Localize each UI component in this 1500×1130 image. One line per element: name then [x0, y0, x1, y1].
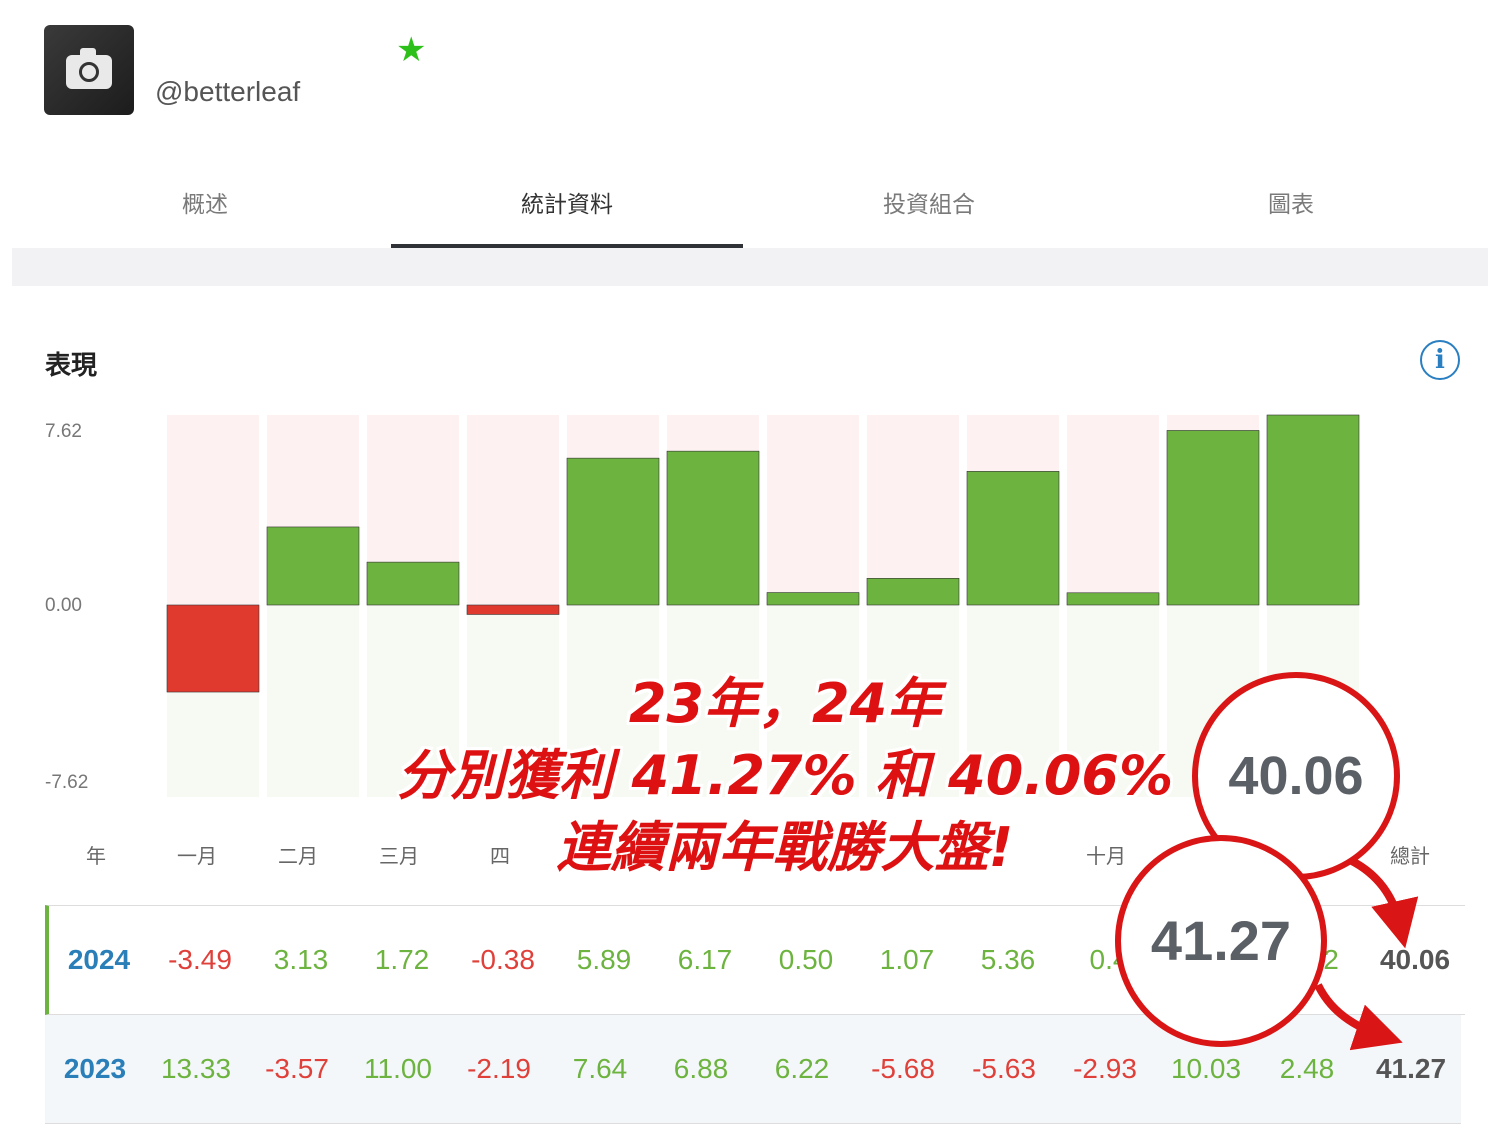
callout-2023-total: 41.27: [1115, 835, 1327, 1047]
arrow-to-2024-total: [1348, 856, 1419, 949]
arrow-to-2023-total: [1314, 983, 1403, 1051]
